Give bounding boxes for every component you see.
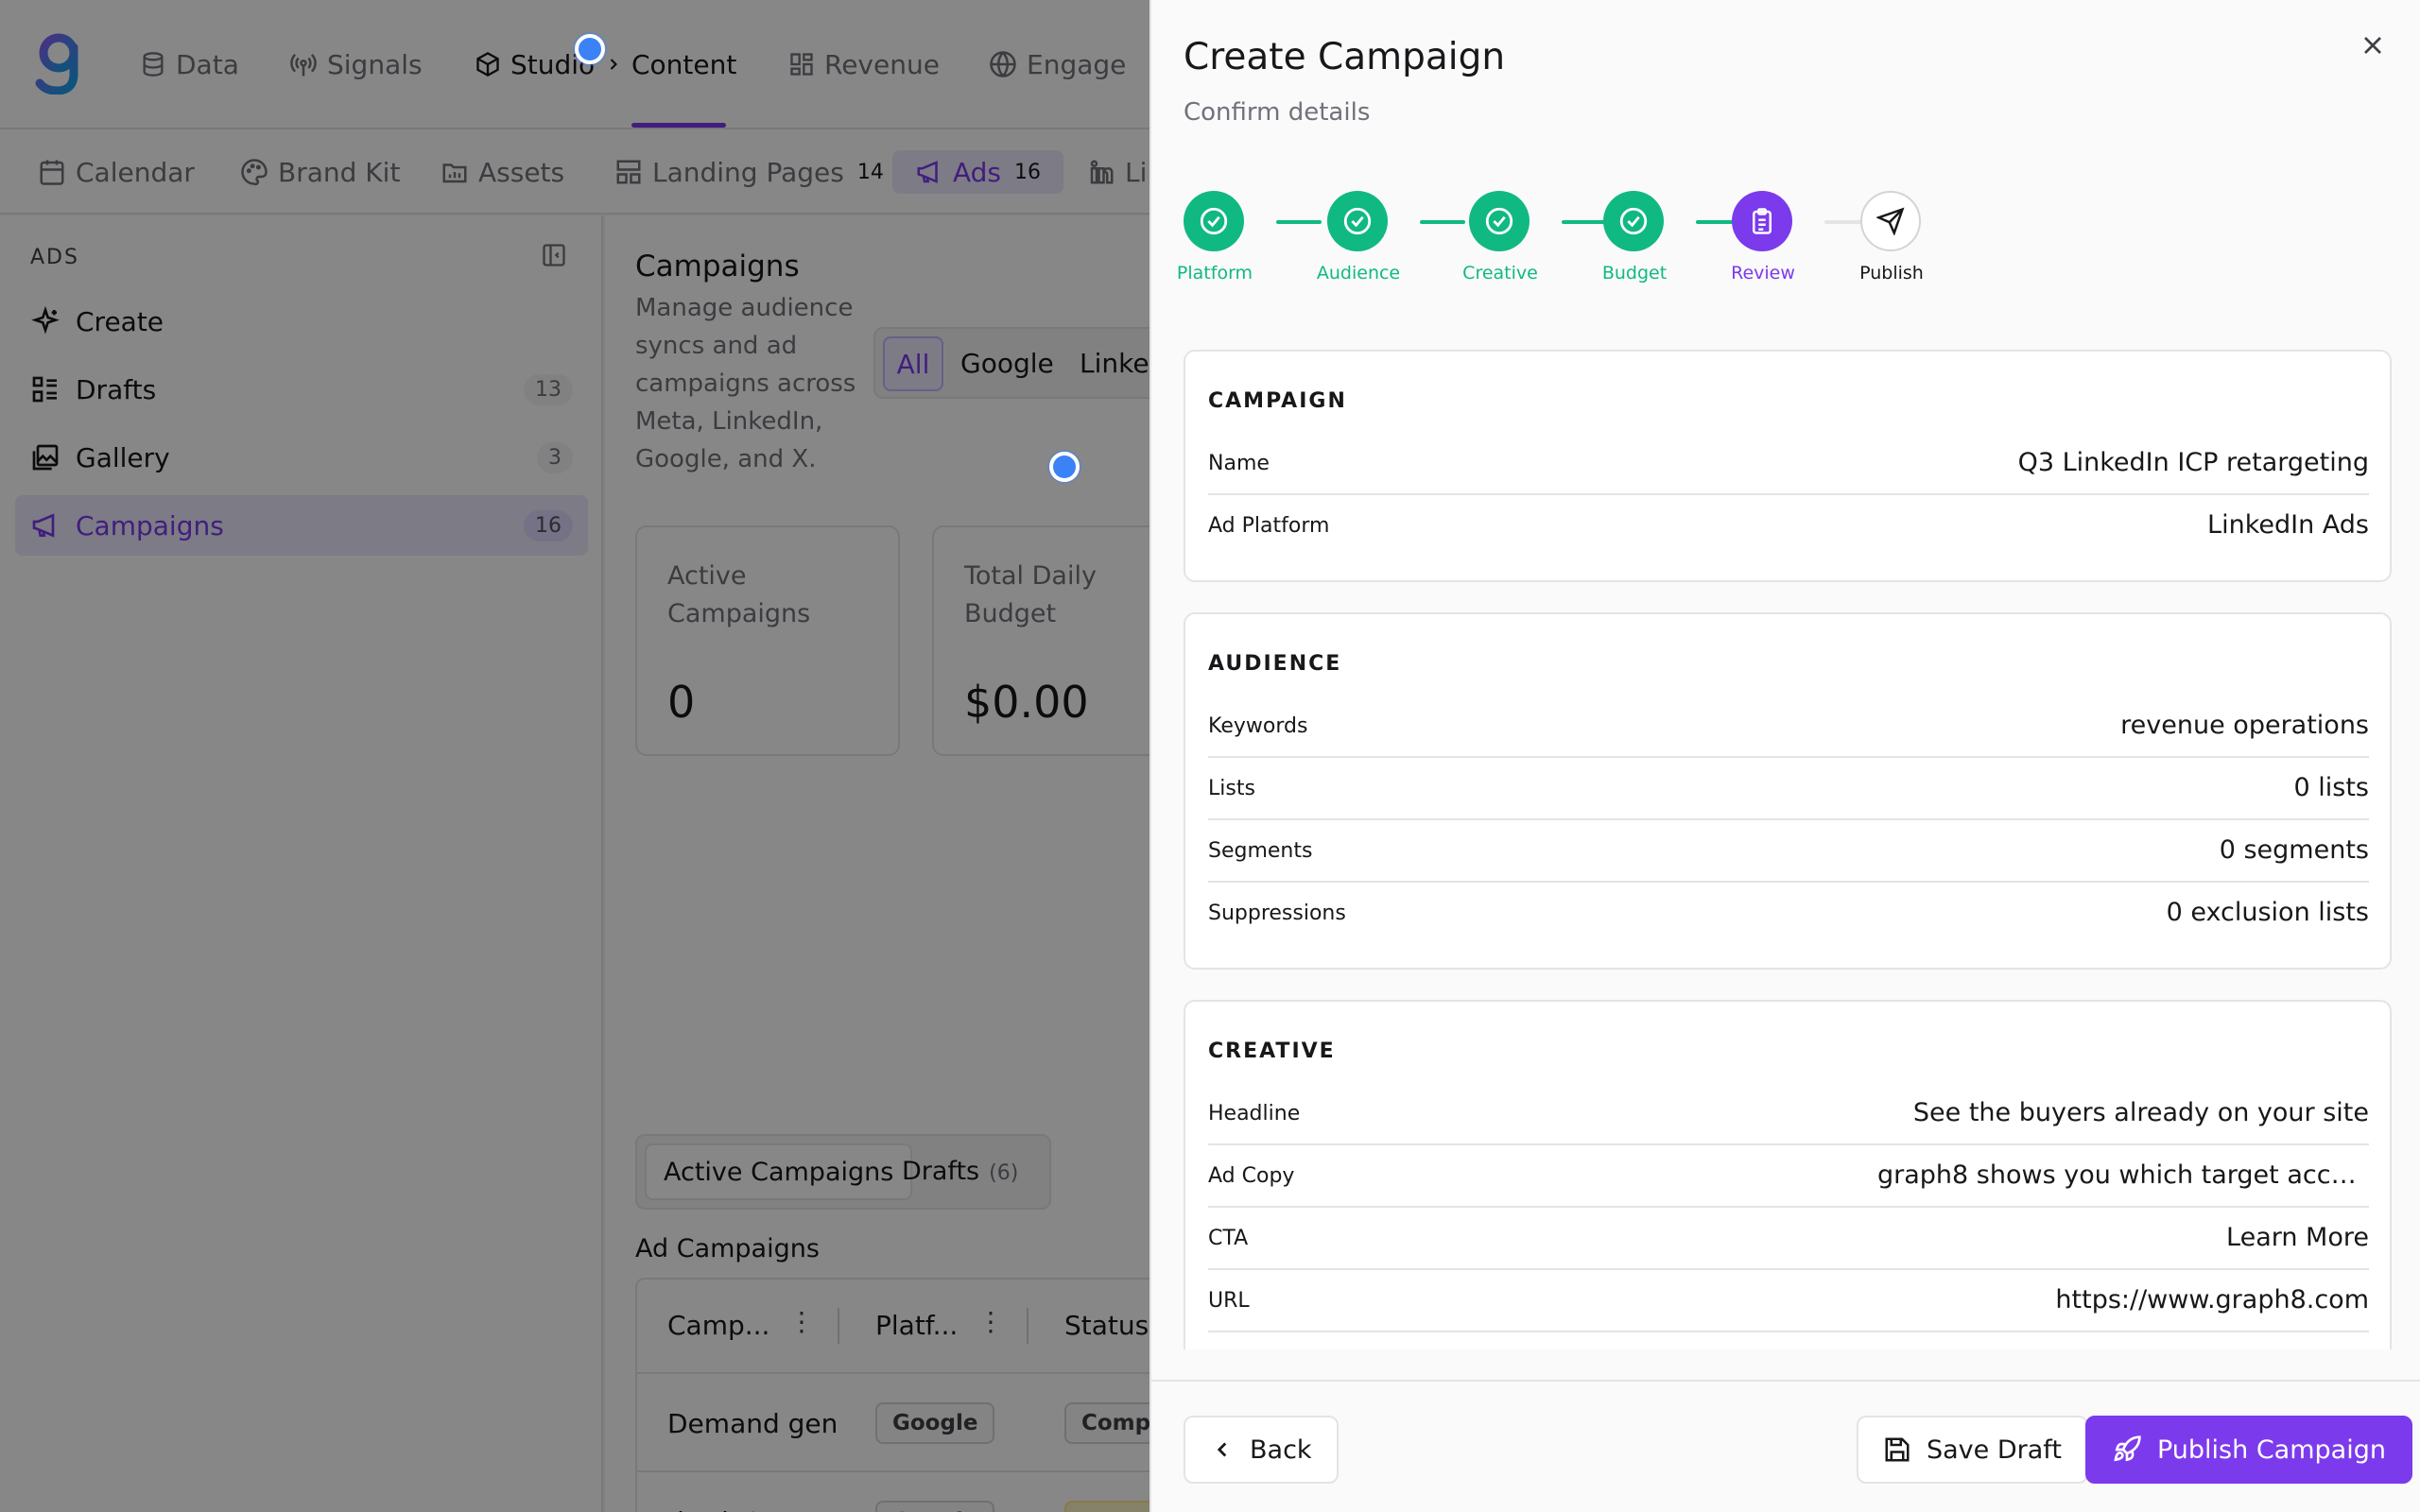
- review-scroll-area[interactable]: CAMPAIGN Name Q3 LinkedIn ICP retargetin…: [1184, 350, 2394, 1349]
- detail-key: Lists: [1208, 777, 1255, 800]
- step-label: Platform: [1176, 263, 1253, 284]
- save-icon: [1885, 1437, 1910, 1462]
- detail-key: Keywords: [1208, 714, 1308, 738]
- close-icon[interactable]: [2358, 30, 2388, 60]
- detail-row: Lists 0 lists: [1208, 758, 2369, 820]
- detail-key: Ad Platform: [1208, 514, 1330, 538]
- detail-value: See the buyers already on your site: [1912, 1098, 2369, 1127]
- detail-row: Headline See the buyers already on your …: [1208, 1083, 2369, 1145]
- step-label: Budget: [1601, 263, 1668, 284]
- app-window: Data Signals Studio Content Revenue Enga…: [0, 0, 2420, 1512]
- publish-campaign-button-label: Publish Campaign: [2157, 1435, 2386, 1465]
- step-connector: [1420, 220, 1465, 224]
- detail-row: URL https://www.graph8.com: [1208, 1270, 2369, 1332]
- save-draft-button-label: Save Draft: [1927, 1435, 2062, 1465]
- detail-key: URL: [1208, 1289, 1250, 1313]
- check-icon: [1603, 191, 1664, 251]
- detail-value: Learn More: [2226, 1223, 2369, 1252]
- send-icon: [1860, 191, 1921, 251]
- detail-value: graph8 shows you which target accou...: [1877, 1160, 2369, 1190]
- detail-key: Segments: [1208, 839, 1313, 863]
- stepper: Platform Audience Creative Budget Review…: [1177, 189, 1940, 293]
- detail-key: Headline: [1208, 1102, 1301, 1125]
- creative-section: CREATIVE Headline See the buyers already…: [1184, 1000, 2392, 1349]
- detail-row: Name Q3 LinkedIn ICP retargeting: [1208, 433, 2369, 495]
- step-connector: [1276, 220, 1322, 224]
- panel-footer: Back Save Draft Publish Campaign: [1151, 1380, 2420, 1512]
- detail-row: Suppressions 0 exclusion lists: [1208, 883, 2369, 945]
- check-icon: [1184, 191, 1244, 251]
- cursor-indicator: [575, 34, 605, 64]
- section-heading: CREATIVE: [1208, 1040, 1336, 1063]
- detail-value: LinkedIn Ads: [2207, 510, 2369, 540]
- detail-value: https://www.graph8.com: [2055, 1285, 2369, 1314]
- check-icon: [1327, 191, 1388, 251]
- chevron-left-icon: [1217, 1442, 1227, 1457]
- audience-section: AUDIENCE Keywords revenue operations Lis…: [1184, 612, 2392, 970]
- step-label: Publish: [1859, 263, 1924, 284]
- detail-row: CTA Learn More: [1208, 1208, 2369, 1270]
- detail-value: 0 exclusion lists: [2166, 898, 2369, 927]
- detail-row: Segments 0 segments: [1208, 820, 2369, 883]
- step-label: Audience: [1316, 263, 1401, 284]
- create-campaign-panel: Create Campaign Confirm details Platform…: [1150, 0, 2420, 1512]
- cursor-indicator: [1049, 452, 1080, 482]
- detail-key: Ad Copy: [1208, 1164, 1295, 1188]
- detail-key: CTA: [1208, 1227, 1249, 1250]
- detail-key: Name: [1208, 452, 1270, 475]
- detail-value: 0 segments: [2219, 835, 2369, 865]
- step-label: Review: [1731, 263, 1795, 284]
- panel-subtitle: Confirm details: [1184, 98, 1371, 127]
- save-draft-button[interactable]: Save Draft: [1857, 1416, 2088, 1484]
- detail-row: Ad Platform LinkedIn Ads: [1208, 495, 2369, 558]
- modal-backdrop[interactable]: [0, 0, 1150, 1512]
- panel-title: Create Campaign: [1184, 36, 1506, 78]
- step-label: Creative: [1462, 263, 1538, 284]
- rocket-icon: [2114, 1435, 2141, 1462]
- detail-key: Suppressions: [1208, 902, 1346, 925]
- detail-value: Q3 LinkedIn ICP retargeting: [2017, 448, 2369, 477]
- detail-value: 0 lists: [2293, 773, 2369, 802]
- check-icon: [1469, 191, 1530, 251]
- clipboard-icon: [1732, 191, 1792, 251]
- section-heading: AUDIENCE: [1208, 652, 1342, 676]
- section-heading: CAMPAIGN: [1208, 389, 1347, 413]
- detail-row: Ad Copy graph8 shows you which target ac…: [1208, 1145, 2369, 1208]
- back-button[interactable]: Back: [1184, 1416, 1339, 1484]
- detail-row: Keywords revenue operations: [1208, 696, 2369, 758]
- back-button-label: Back: [1250, 1435, 1312, 1465]
- detail-value: revenue operations: [2120, 711, 2369, 740]
- campaign-section: CAMPAIGN Name Q3 LinkedIn ICP retargetin…: [1184, 350, 2392, 582]
- step-connector: [1562, 220, 1607, 224]
- publish-campaign-button[interactable]: Publish Campaign: [2085, 1416, 2412, 1484]
